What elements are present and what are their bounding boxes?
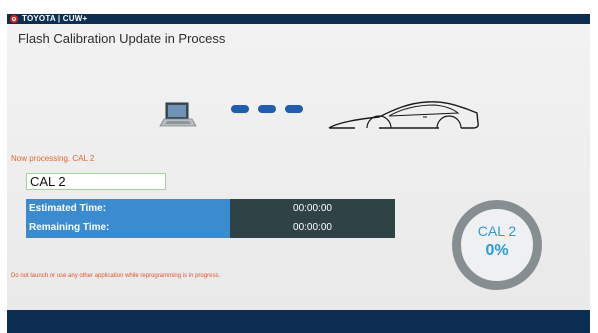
processing-status: Now processing. CAL 2 (11, 154, 95, 163)
estimated-time-row: Estimated Time: 00:00:00 (26, 199, 395, 218)
remaining-time-value: 00:00:00 (230, 218, 395, 238)
warning-text: Do not launch or use any other applicati… (11, 273, 221, 279)
car-icon (328, 101, 479, 129)
progress-cal-label: CAL 2 (477, 223, 517, 239)
bottom-bar (7, 310, 590, 333)
app-title: TOYOTA | CUW+ (22, 14, 88, 23)
toyota-logo-icon (10, 15, 18, 23)
cal-field: CAL 2 (26, 173, 166, 190)
title-bar: TOYOTA | CUW+ (7, 14, 590, 24)
remaining-time-row: Remaining Time: 00:00:00 (26, 218, 395, 238)
page-title: Flash Calibration Update in Process (18, 31, 226, 46)
estimated-time-label: Estimated Time: (26, 199, 230, 218)
estimated-time-value: 00:00:00 (230, 199, 395, 218)
remaining-time-label: Remaining Time: (26, 218, 230, 238)
progress-ring: CAL 2 0% (452, 200, 542, 290)
time-table: Estimated Time: 00:00:00 Remaining Time:… (26, 199, 395, 238)
laptop-icon (159, 102, 197, 127)
progress-percent: 0% (485, 242, 509, 259)
connection-dots-icon (231, 105, 311, 117)
